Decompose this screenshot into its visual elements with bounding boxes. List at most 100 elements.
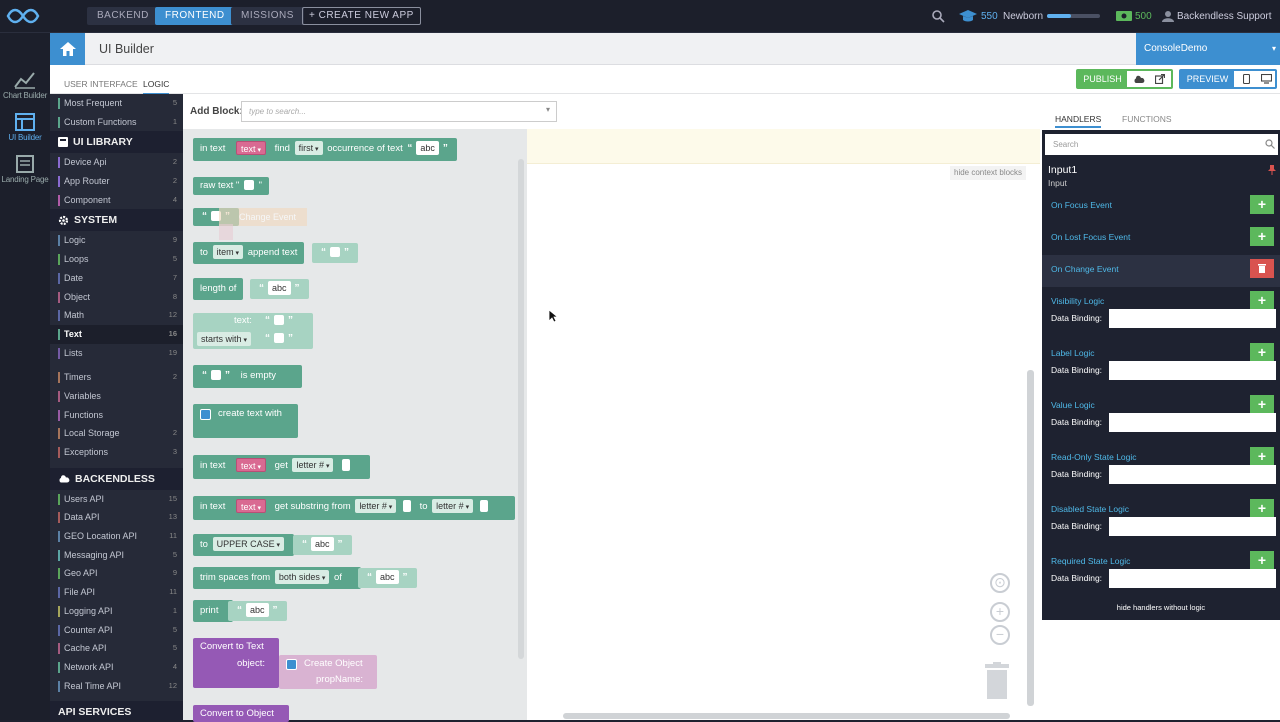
api-services-header[interactable]: API SERVICES [50,701,183,720]
add-handler-button[interactable]: + [1250,227,1274,246]
block-quote[interactable]: “” [312,243,358,263]
toolbox-scrollbar[interactable] [518,159,524,659]
data-binding-input[interactable] [1109,309,1276,328]
handler-label[interactable]: Read-Only State Logic [1051,452,1137,462]
user-icon[interactable] [1162,10,1174,22]
block-raw-text[interactable]: raw text " " [193,177,269,195]
block-quote[interactable]: “ abc” [228,601,287,621]
block-value[interactable]: abc [311,537,334,552]
block-dropdown[interactable]: item [212,245,244,260]
sidebar-item[interactable]: Timers 2 [50,368,183,387]
block-convert-to-text[interactable]: Convert to Text object: [193,638,279,688]
block-dropdown[interactable]: letter # [355,499,397,514]
recenter-icon[interactable]: ⊙ [990,573,1010,593]
sidebar-item[interactable]: Text 16 [50,324,183,344]
sidebar-item[interactable]: Network API 4 [50,658,183,677]
hide-context-blocks-button[interactable]: hide context blocks [950,166,1027,180]
delete-handler-button[interactable] [1250,259,1274,278]
rail-landing-page[interactable]: Landing Page [0,155,50,184]
user-name[interactable]: Backendless Support [1177,11,1272,22]
tab-missions[interactable]: MISSIONS [231,7,304,25]
block-value[interactable]: abc [416,141,439,156]
system-header[interactable]: SYSTEM [50,209,183,232]
external-link-icon[interactable] [1155,74,1165,84]
block-quote[interactable]: “ abc” [250,279,309,299]
sidebar-item[interactable]: Local Storage 2 [50,424,183,443]
block-convert-to-object[interactable]: Convert to Object [193,705,289,722]
block-value[interactable]: abc [376,570,399,585]
sidebar-item[interactable]: Logic 9 [50,231,183,250]
block-value[interactable] [479,500,488,513]
sidebar-item[interactable]: Object 8 [50,288,183,307]
mobile-icon[interactable] [1243,74,1250,84]
home-button[interactable] [50,33,85,65]
sidebar-item[interactable]: App Router 2 [50,172,183,191]
handler-label[interactable]: Disabled State Logic [1051,504,1129,514]
trash-icon[interactable] [983,662,1011,700]
block-dropdown[interactable]: both sides [274,570,330,585]
sidebar-item[interactable]: Lists 19 [50,344,183,363]
preview-button[interactable]: PREVIEW [1181,71,1234,87]
logic-canvas[interactable] [527,129,1040,720]
sidebar-item[interactable]: Date 7 [50,269,183,288]
block-value[interactable] [330,247,340,258]
cloud-upload-icon[interactable] [1133,74,1145,84]
zoom-in-icon[interactable]: + [990,602,1010,622]
sidebar-item[interactable]: Component 4 [50,191,183,210]
add-handler-button[interactable]: + [1250,447,1274,466]
handler-label[interactable]: Visibility Logic [1051,296,1104,306]
sidebar-item[interactable]: Messaging API 5 [50,546,183,565]
handler-label[interactable]: On Lost Focus Event [1051,232,1130,242]
block-value[interactable] [243,180,254,191]
canvas-horizontal-scrollbar[interactable] [563,713,1010,719]
sidebar-item[interactable]: Math 12 [50,306,183,325]
block-append-text[interactable]: to item append text [193,242,305,264]
handler-label[interactable]: On Focus Event [1051,200,1112,210]
sidebar-item[interactable]: Exceptions 3 [50,443,183,462]
zoom-out-icon[interactable]: − [990,625,1010,645]
block-pill[interactable]: text [236,499,266,514]
block-dropdown[interactable]: letter # [432,499,474,514]
block-length-of[interactable]: length of [193,278,244,300]
handler-row[interactable]: On Focus Event + [1042,191,1280,223]
handler-label[interactable]: Required State Logic [1051,556,1130,566]
data-binding-input[interactable] [1109,517,1276,536]
add-handler-button[interactable]: + [1250,395,1274,414]
block-dropdown[interactable]: starts with [197,332,251,346]
tab-functions[interactable]: FUNCTIONS [1122,114,1172,124]
handler-search-input[interactable]: Search [1045,134,1278,155]
block-value[interactable] [402,500,411,513]
handler-label[interactable]: Value Logic [1051,400,1095,410]
tab-frontend[interactable]: FRONTEND [155,7,235,25]
tab-user-interface[interactable]: USER INTERFACE [64,79,138,93]
block-starts-with[interactable]: text: starts with “ ” “ ” [193,313,313,349]
add-handler-button[interactable]: + [1250,551,1274,570]
block-create-object[interactable]: Create Object propName: [279,655,377,689]
add-handler-button[interactable]: + [1250,291,1274,310]
publish-button[interactable]: PUBLISH [1078,71,1127,87]
desktop-icon[interactable] [1261,74,1272,84]
block-value[interactable]: abc [246,603,269,618]
sidebar-item[interactable]: Data API 13 [50,508,183,527]
add-block-search[interactable]: type to search... ▾ [241,101,557,122]
rail-chart-builder[interactable]: Chart Builder [0,71,50,100]
sidebar-item[interactable]: Functions [50,406,183,425]
handler-row[interactable]: On Change Event [1042,255,1280,287]
canvas-vertical-scrollbar[interactable] [1027,370,1034,706]
block-quote[interactable]: “ abc” [293,535,352,555]
block-is-empty[interactable]: “ ” is empty [193,365,302,388]
sidebar-item[interactable]: Users API 15 [50,490,183,509]
data-binding-input[interactable] [1109,413,1276,432]
sidebar-item[interactable]: Custom Functions 1 [50,113,183,132]
sidebar-item[interactable]: Real Time API 12 [50,677,183,696]
block-dropdown[interactable]: UPPER CASE [212,537,285,552]
block-pill[interactable]: text [236,458,266,473]
rail-ui-builder[interactable]: UI Builder [0,113,50,142]
sidebar-item[interactable]: Loops 5 [50,250,183,269]
block-dropdown[interactable]: first [294,141,323,156]
handler-label[interactable]: On Change Event [1051,264,1119,274]
tab-backend[interactable]: BACKEND [87,7,159,25]
tab-logic[interactable]: LOGIC [143,79,170,95]
block-value[interactable] [211,370,221,381]
sidebar-item[interactable]: GEO Location API 11 [50,527,183,546]
